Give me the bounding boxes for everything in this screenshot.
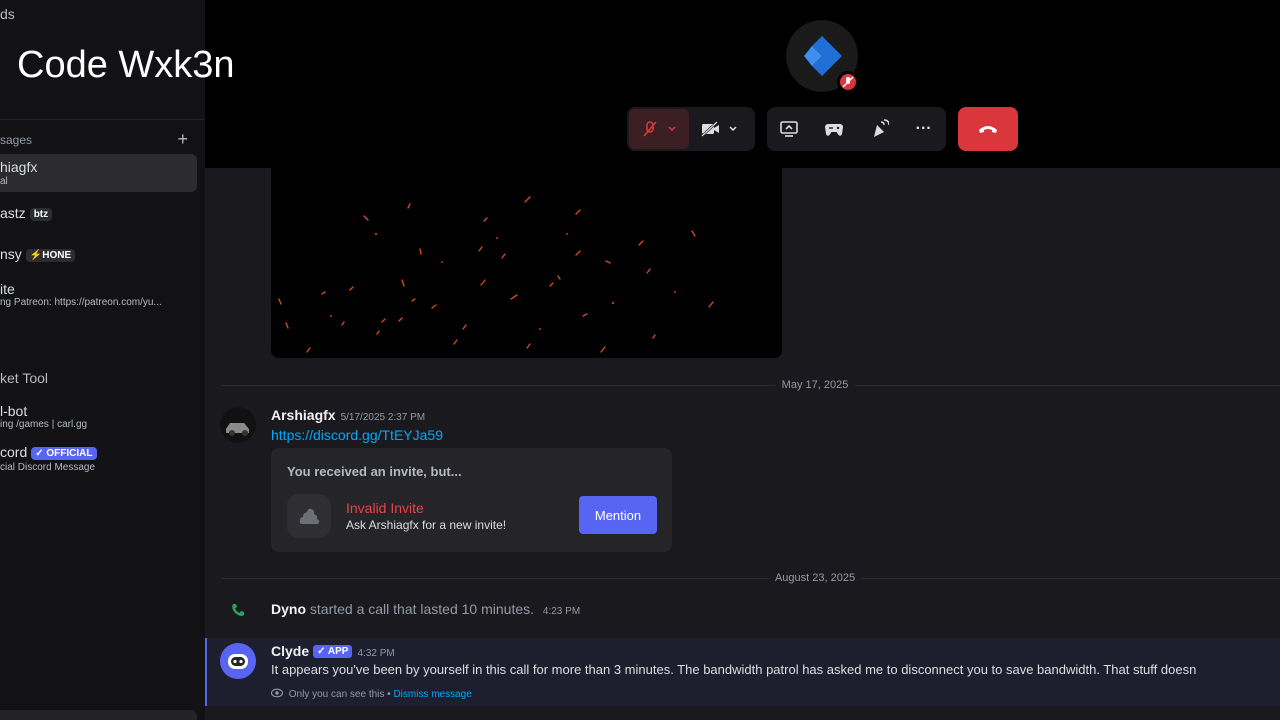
call-action-controls: ··· (767, 107, 946, 151)
dm-sidebar: ds sages + hiagfx al astz btz nsy ⚡HONE it… (0, 0, 205, 720)
car-avatar-icon (220, 407, 256, 443)
invite-link[interactable]: https://discord.gg/TtEYJa59 (271, 427, 443, 443)
phone-icon (232, 604, 244, 616)
more-options-button[interactable]: ··· (904, 109, 944, 149)
date-divider (222, 385, 1280, 386)
dm-name: hiagfx (0, 159, 38, 175)
invite-subtext: Ask Arshiagfx for a new invite! (346, 518, 507, 532)
clyde-message-text: It appears you've been by yourself in th… (271, 662, 1197, 677)
official-badge: ✓ OFFICIAL (31, 447, 97, 460)
message-header: Arshiagfx 5/17/2025 2:37 PM (271, 407, 425, 425)
dm-heading: sages + (0, 129, 192, 149)
message-timestamp: 4:32 PM (357, 648, 395, 659)
screen-share-icon (780, 121, 799, 137)
call-log-text: started a call that lasted 10 minutes. (309, 601, 535, 617)
message-author[interactable]: Arshiagfx (271, 407, 336, 423)
activities-button[interactable] (814, 109, 854, 149)
camera-off-icon (701, 121, 719, 137)
ephemeral-note: Only you can see this • Dismiss message (270, 688, 472, 700)
hang-up-icon (979, 126, 997, 133)
dm-name: ite (0, 281, 15, 297)
app-badge: ✓ APP (313, 645, 353, 658)
mic-muted-icon (643, 121, 657, 137)
dismiss-message-link[interactable]: Dismiss message (393, 689, 471, 700)
soundboard-icon (873, 119, 889, 137)
dm-item-carl-bot[interactable]: l-bot ing /games | carl.gg (0, 403, 197, 435)
date-divider-label: May 17, 2025 (775, 379, 855, 391)
gamepad-icon (825, 124, 844, 136)
clyde-bot-icon (220, 643, 256, 679)
dm-item-nsy[interactable]: nsy ⚡HONE (0, 246, 197, 268)
soundboard-button[interactable] (859, 109, 899, 149)
mute-toggle-button[interactable] (629, 109, 689, 149)
call-log-time: 4:23 PM (542, 606, 581, 617)
dm-item-astz[interactable]: astz btz (0, 205, 197, 227)
dm-status: ng Patreon: https://patreon.com/yu... (0, 297, 162, 308)
ephemeral-note-text: Only you can see this • (288, 689, 391, 700)
add-dm-icon[interactable]: + (177, 129, 188, 150)
dm-name: cord (0, 444, 28, 460)
mic-camera-controls (627, 107, 755, 151)
camera-toggle-button[interactable] (689, 109, 749, 149)
dm-status: al (0, 176, 8, 187)
dm-name: astz (0, 205, 26, 221)
ember-particles-video (278, 196, 714, 353)
sidebar-top-label: ds (0, 6, 15, 22)
participant-muted-icon (837, 71, 859, 93)
dm-status: cial Discord Message (0, 462, 96, 473)
invite-embed: You received an invite, but... Invalid I… (271, 448, 672, 552)
invite-title: You received an invite, but... (287, 464, 462, 479)
mention-button[interactable]: Mention (579, 496, 657, 534)
dm-item-ite[interactable]: ite ng Patreon: https://patreon.com/yu..… (0, 281, 197, 313)
invalid-invite-icon (287, 494, 331, 538)
clyde-avatar[interactable] (220, 643, 256, 679)
clan-tag: btz (29, 208, 53, 221)
dm-item-discord[interactable]: cord ✓ OFFICIAL cial Discord Message (0, 444, 197, 476)
dm-name: nsy (0, 246, 22, 262)
date-divider-label: August 23, 2025 (768, 572, 862, 584)
chevron-down-icon (668, 126, 676, 132)
disconnect-button[interactable] (958, 107, 1018, 151)
eye-icon (270, 688, 284, 698)
overlay-code-text: Code Wxk3n (17, 44, 235, 86)
message-timestamp: 5/17/2025 2:37 PM (340, 412, 426, 423)
dm-name: l-bot (0, 403, 28, 419)
screen-share-button[interactable] (769, 109, 809, 149)
message-header: Clyde ✓ APP 4:32 PM (271, 643, 395, 661)
clan-tag: ⚡HONE (25, 249, 76, 262)
message-author[interactable]: Clyde (271, 643, 309, 659)
call-log-author[interactable]: Dyno (271, 601, 306, 617)
date-divider (222, 578, 1280, 579)
user-panel (0, 710, 197, 720)
invite-name: Invalid Invite (346, 500, 424, 516)
participant-logo-icon (804, 36, 842, 76)
avatar[interactable] (220, 407, 256, 443)
dm-status: ing /games | carl.gg (0, 419, 88, 430)
sidebar-divider (0, 119, 205, 120)
sidebar-section-label: ket Tool (0, 370, 48, 386)
chevron-down-icon (729, 126, 737, 132)
video-embed[interactable] (271, 168, 782, 358)
call-log-message: Dyno started a call that lasted 10 minut… (271, 601, 580, 617)
dm-heading-label: sages (0, 133, 33, 147)
dm-item-arshiagfx[interactable]: hiagfx al (0, 154, 197, 192)
